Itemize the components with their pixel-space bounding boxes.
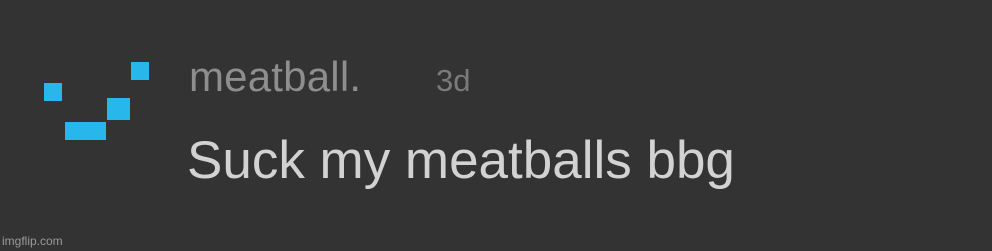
imgflip-watermark: imgflip.com [2, 234, 63, 248]
comment: meatball. 3d Suck my meatballs bbg [0, 0, 992, 251]
avatar-pixel [65, 122, 106, 140]
comment-message: Suck my meatballs bbg [187, 131, 735, 190]
avatar-pixel [107, 98, 130, 120]
comment-timestamp: 3d [436, 63, 471, 98]
avatar-pixel [131, 62, 149, 80]
pixel-smile-icon[interactable] [40, 58, 160, 148]
avatar-pixel [44, 83, 62, 101]
comment-username[interactable]: meatball. [189, 52, 361, 102]
